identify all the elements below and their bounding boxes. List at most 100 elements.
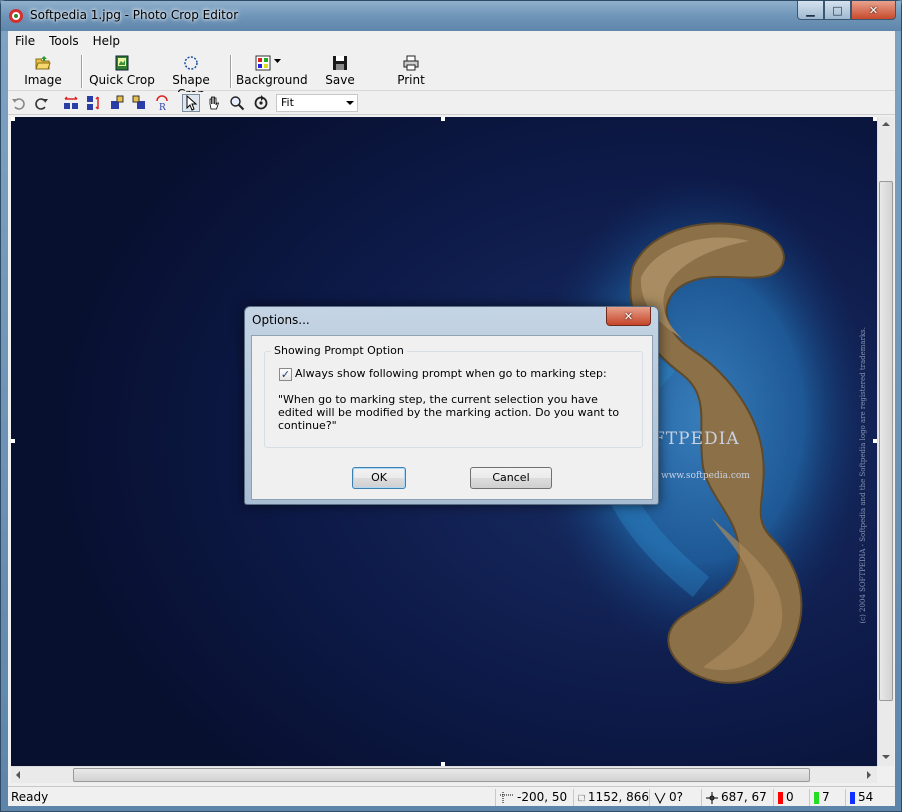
redo-button[interactable] (32, 94, 50, 112)
print-label: Print (397, 73, 425, 87)
svg-text:R: R (159, 103, 166, 111)
quick-crop-label: Quick Crop (89, 73, 155, 87)
zoom-button[interactable] (228, 94, 246, 112)
scroll-down-icon[interactable] (882, 755, 890, 759)
maximize-button[interactable]: □ (824, 1, 851, 20)
prompt-message: "When go to marking step, the current se… (278, 393, 620, 432)
save-disk-icon (333, 56, 347, 70)
menu-file[interactable]: File (8, 31, 42, 51)
rotate-left-icon (111, 95, 124, 109)
printer-icon (403, 55, 419, 71)
blue-swatch (850, 791, 855, 804)
status-bar: Ready -200, 50 1152, 866 0? 687, 67 0 7 … (8, 786, 895, 806)
status-cursor-value: 687, 67 (721, 790, 767, 804)
refresh-button[interactable] (252, 94, 270, 112)
hand-icon (209, 96, 220, 110)
flip-vertical-button[interactable] (85, 94, 103, 112)
dialog-body: Showing Prompt Option ✓ Always show foll… (251, 335, 653, 500)
menu-tools[interactable]: Tools (42, 31, 86, 51)
refresh-icon (254, 95, 268, 110)
angle-icon (654, 792, 666, 804)
magnifier-icon (230, 96, 245, 111)
rotate-free-icon: R (156, 95, 168, 111)
status-green: 7 (809, 789, 845, 806)
rotate-right-button[interactable] (130, 94, 148, 112)
scroll-up-icon[interactable] (882, 122, 890, 126)
app-icon (9, 9, 23, 23)
undo-button[interactable] (10, 94, 28, 112)
status-green-value: 7 (822, 790, 830, 804)
tools-toolbar: R Fit (8, 92, 895, 115)
zoom-dropdown[interactable]: Fit (276, 94, 358, 112)
status-angle: 0? (649, 789, 701, 806)
chevron-down-icon (346, 101, 354, 105)
close-button[interactable]: ✕ (851, 1, 896, 20)
menu-help[interactable]: Help (86, 31, 127, 51)
pan-hand-button[interactable] (205, 94, 223, 112)
shape-crop-button[interactable]: Shape Crop (160, 53, 222, 101)
status-red: 0 (773, 789, 809, 806)
always-show-checkbox[interactable]: ✓ (279, 368, 292, 381)
group-label: Showing Prompt Option (271, 344, 407, 357)
selection-origin-icon (500, 791, 514, 804)
watermark-copyright: (c) 2004 SOFTPEDIA - Softpedia and the S… (859, 327, 867, 624)
flip-vertical-icon (87, 96, 99, 110)
shape-crop-icon (184, 56, 198, 70)
status-blue: 54 (845, 789, 893, 806)
scroll-right-icon[interactable] (867, 771, 871, 779)
crop-handle[interactable] (11, 117, 15, 121)
pointer-arrow-icon (186, 95, 198, 111)
ok-button[interactable]: OK (352, 467, 406, 489)
dialog-close-button[interactable]: ✕ (606, 307, 651, 326)
status-size-value: 1152, 866 (587, 790, 649, 804)
save-label: Save (325, 73, 355, 87)
crop-handle[interactable] (11, 439, 15, 443)
background-button[interactable]: Background (236, 53, 308, 89)
horizontal-scroll-thumb[interactable] (73, 768, 810, 782)
horizontal-scrollbar[interactable] (11, 766, 877, 783)
dialog-title: Options... (252, 313, 310, 327)
watermark-logo: FTPEDIA (653, 429, 740, 449)
redo-icon (35, 98, 48, 110)
image-button[interactable]: Image (16, 53, 70, 89)
crop-handle[interactable] (441, 117, 445, 121)
zoom-value: Fit (281, 96, 294, 109)
status-position-value: -200, 50 (517, 790, 568, 804)
quick-crop-button[interactable]: Quick Crop (89, 53, 155, 89)
flip-horizontal-button[interactable] (62, 94, 80, 112)
rotate-right-icon (132, 95, 145, 109)
cursor-position-icon (706, 791, 718, 804)
watermark-url: www.softpedia.com (661, 471, 750, 481)
toolbar-separator (81, 55, 83, 88)
title-bar[interactable]: Softpedia 1.jpg - Photo Crop Editor ▁ □ … (1, 1, 901, 31)
status-size: 1152, 866 (573, 789, 649, 806)
print-button[interactable]: Print (389, 53, 433, 89)
selection-size-icon (578, 794, 585, 801)
cancel-button[interactable]: Cancel (470, 467, 552, 489)
minimize-button[interactable]: ▁ (797, 1, 824, 20)
green-swatch (814, 791, 819, 804)
vertical-scroll-thumb[interactable] (879, 181, 893, 701)
vertical-scrollbar[interactable] (877, 117, 894, 766)
rotate-left-button[interactable] (108, 94, 126, 112)
menu-bar: File Tools Help (8, 31, 895, 51)
status-red-value: 0 (786, 790, 794, 804)
status-angle-value: 0? (669, 790, 684, 804)
scroll-left-icon[interactable] (16, 771, 20, 779)
always-show-label[interactable]: Always show following prompt when go to … (295, 367, 607, 380)
window-title: Softpedia 1.jpg - Photo Crop Editor (30, 8, 239, 22)
open-folder-icon (35, 56, 51, 70)
quick-crop-icon (115, 55, 129, 71)
background-color-icon (255, 55, 281, 71)
rotate-free-button[interactable]: R (153, 94, 171, 112)
save-button[interactable]: Save (318, 53, 362, 89)
options-dialog: Options... ✕ Showing Prompt Option ✓ Alw… (244, 306, 659, 505)
toolbar-separator (230, 55, 232, 88)
flip-horizontal-icon (64, 96, 78, 109)
background-label: Background (236, 73, 308, 87)
status-blue-value: 54 (858, 790, 874, 804)
undo-icon (12, 98, 25, 110)
main-toolbar: Image Quick Crop Shape Crop (8, 51, 895, 101)
status-cursor: 687, 67 (701, 789, 773, 806)
select-pointer-button[interactable] (182, 94, 200, 112)
